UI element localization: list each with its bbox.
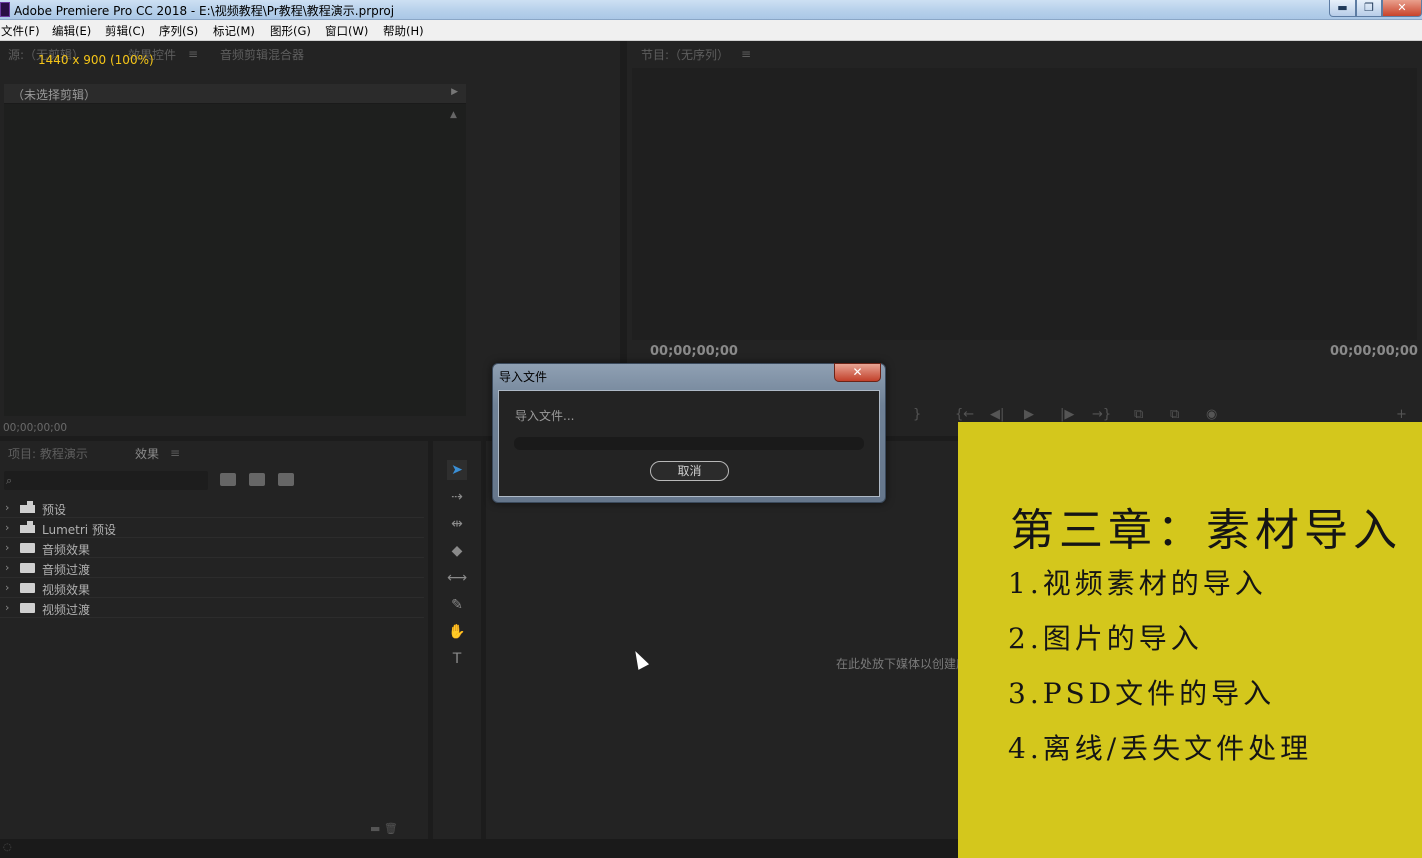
tab-effects[interactable]: 效果 <box>135 445 159 462</box>
hand-tool-icon[interactable]: ✋ <box>447 622 467 642</box>
chevron-right-icon[interactable]: › <box>5 501 9 514</box>
chevron-right-icon[interactable]: › <box>5 601 9 614</box>
razor-tool-icon[interactable]: ◆ <box>447 541 467 561</box>
dialog-title: 导入文件 <box>499 370 548 384</box>
menu-window[interactable]: 窗口(W) <box>325 23 368 39</box>
window-title: Adobe Premiere Pro CC 2018 - E:\视频教程\Pr教… <box>14 4 395 18</box>
title-bar: Adobe Premiere Pro CC 2018 - E:\视频教程\Pr教… <box>0 0 1422 20</box>
folder-icon <box>20 563 35 573</box>
search-icon: ⌕ <box>6 474 13 487</box>
track-select-tool-icon[interactable]: ⇢ <box>447 487 467 507</box>
menu-markers[interactable]: 标记(M) <box>213 23 255 39</box>
effect-controls-area <box>4 104 466 416</box>
dialog-close-button[interactable]: ✕ <box>834 363 881 382</box>
program-current-timecode[interactable]: 00;00;00;00 <box>650 344 738 359</box>
tree-item-label: 预设 <box>42 503 67 517</box>
ripple-edit-tool-icon[interactable]: ⇹ <box>447 514 467 534</box>
dialog-message: 导入文件... <box>515 409 575 423</box>
overwrite-icon[interactable]: ⧉ <box>1170 407 1179 422</box>
menu-graphics[interactable]: 图形(G) <box>270 23 311 39</box>
panel-menu-icon[interactable]: ≡ <box>741 47 751 61</box>
chevron-right-icon[interactable]: › <box>5 581 9 594</box>
tree-item-video-effects[interactable]: › 视频效果 <box>0 578 424 598</box>
menu-bar: 文件(F) 编辑(E) 剪辑(C) 序列(S) 标记(M) 图形(G) 窗口(W… <box>0 20 1422 41</box>
chapter-item: 3.PSD文件的导入 <box>1008 677 1276 710</box>
chevron-right-icon: ▶ <box>451 87 458 97</box>
tab-program[interactable]: 节目:（无序列） <box>641 46 729 63</box>
tree-item-video-transitions[interactable]: › 视频过渡 <box>0 598 424 618</box>
chapter-title: 第三章：素材导入 <box>1010 505 1402 556</box>
folder-icon <box>20 603 35 613</box>
menu-help[interactable]: 帮助(H) <box>383 23 424 39</box>
close-window-button[interactable]: ✕ <box>1382 0 1422 17</box>
new-bin-icon[interactable]: ▬ 🗑 <box>370 822 398 835</box>
yuv-effects-icon[interactable] <box>278 473 294 486</box>
go-to-out-icon[interactable]: →} <box>1092 407 1111 422</box>
step-forward-icon[interactable]: |▶ <box>1060 407 1074 422</box>
scroll-up-icon[interactable]: ▲ <box>450 110 457 120</box>
status-icon: ◌ <box>3 842 12 853</box>
add-button-icon[interactable]: + <box>1396 407 1407 422</box>
menu-edit[interactable]: 编辑(E) <box>52 23 91 39</box>
tree-item-label: 音频效果 <box>42 543 91 557</box>
preset-folder-icon <box>20 501 35 513</box>
folder-icon <box>20 543 35 553</box>
tree-item-label: 音频过渡 <box>42 563 91 577</box>
32bit-effects-icon[interactable] <box>249 473 265 486</box>
source-timecode[interactable]: 00;00;00;00 <box>3 422 67 434</box>
menu-sequence[interactable]: 序列(S) <box>159 23 198 39</box>
import-progress-bar <box>514 437 864 450</box>
go-to-in-icon[interactable]: {← <box>955 407 974 422</box>
maximize-button[interactable]: ❐ <box>1356 0 1382 17</box>
tree-item-label: 视频效果 <box>42 583 91 597</box>
tree-item-audio-effects[interactable]: › 音频效果 <box>0 538 424 558</box>
mark-out-icon[interactable]: } <box>913 407 921 422</box>
export-frame-icon[interactable]: ◉ <box>1206 407 1217 422</box>
pen-tool-icon[interactable]: ✎ <box>447 595 467 615</box>
tab-project[interactable]: 项目: 教程演示 <box>8 445 88 462</box>
chapter-item: 1.视频素材的导入 <box>1008 567 1267 600</box>
tree-item-label: Lumetri 预设 <box>42 523 116 537</box>
panel-menu-icon[interactable]: ≡ <box>188 47 198 61</box>
play-icon[interactable]: ▶ <box>1024 407 1034 422</box>
program-video-area <box>632 68 1417 340</box>
chevron-right-icon[interactable]: › <box>5 561 9 574</box>
tab-audio-clip-mixer[interactable]: 音频剪辑混合器 <box>220 46 304 63</box>
menu-clip[interactable]: 剪辑(C) <box>105 23 145 39</box>
effects-search-input[interactable] <box>4 471 208 490</box>
panel-menu-icon[interactable]: ≡ <box>170 446 180 460</box>
slip-tool-icon[interactable]: ⟷ <box>447 568 467 588</box>
program-duration-timecode: 00;00;00;00 <box>1330 344 1418 359</box>
folder-icon <box>20 583 35 593</box>
tree-item-audio-transitions[interactable]: › 音频过渡 <box>0 558 424 578</box>
clip-selector-label: （未选择剪辑） <box>12 88 97 102</box>
tree-item-label: 视频过渡 <box>42 603 91 617</box>
selection-tool-icon[interactable]: ➤ <box>447 460 467 480</box>
cancel-button[interactable]: 取消 <box>650 461 729 481</box>
preset-folder-icon <box>20 521 35 533</box>
chevron-right-icon[interactable]: › <box>5 541 9 554</box>
chapter-item: 4.离线/丢失文件处理 <box>1008 732 1313 765</box>
menu-file[interactable]: 文件(F) <box>1 23 40 39</box>
tree-item-presets[interactable]: › 预设 <box>0 498 424 518</box>
minimize-button[interactable]: ▬ <box>1329 0 1356 17</box>
tree-item-lumetri-presets[interactable]: › Lumetri 预设 <box>0 518 424 538</box>
type-tool-icon[interactable]: T <box>447 649 467 669</box>
clip-selector[interactable]: （未选择剪辑） ▶ <box>4 84 466 104</box>
chevron-right-icon[interactable]: › <box>5 521 9 534</box>
video-size-badge: 1440 x 900 (100%) <box>38 53 154 67</box>
chapter-item: 2.图片的导入 <box>1008 622 1203 655</box>
insert-icon[interactable]: ⧉ <box>1134 407 1143 422</box>
step-back-icon[interactable]: ◀| <box>990 407 1004 422</box>
premiere-app-icon[interactable] <box>0 2 10 17</box>
accelerated-effects-icon[interactable] <box>220 473 236 486</box>
